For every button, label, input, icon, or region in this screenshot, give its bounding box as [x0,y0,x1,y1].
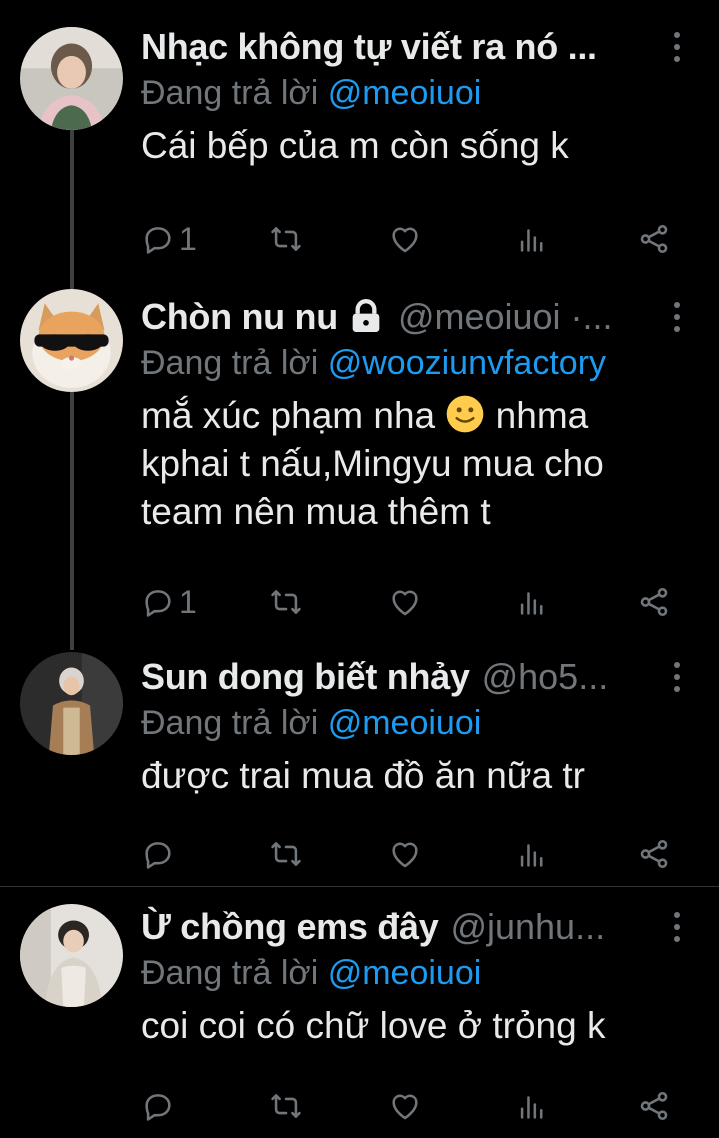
views-button[interactable] [515,582,549,622]
reply-icon [145,227,171,254]
display-name[interactable]: Chòn nu nu [141,296,338,338]
like-button[interactable] [388,1086,422,1126]
heart-icon [392,227,418,253]
retweet-icon [271,842,301,866]
action-bar: 1 [141,582,681,622]
retweet-button[interactable] [269,582,303,622]
reply-button[interactable] [141,1086,175,1126]
display-name[interactable]: Ừ chồng ems đây [141,906,439,948]
replying-to: Đang trả lời @meoiuoi [141,704,481,743]
user-handle[interactable]: @ho5... [482,656,609,698]
views-button[interactable] [515,219,549,259]
retweet-button[interactable] [269,1086,303,1126]
display-name[interactable]: Nhạc không tự viết ra nó ... [141,26,597,68]
mention-link[interactable]: @meoiuoi [328,74,482,112]
views-icon [520,844,543,867]
share-icon [640,1091,668,1121]
replying-to-label: Đang trả lời [141,344,319,382]
action-bar [141,1086,681,1126]
user-handle[interactable]: @junhu... [450,906,605,948]
replying-to-label: Đang trả lời [141,954,319,992]
more-vertical-icon[interactable] [663,662,691,692]
mention-link[interactable]: @meoiuoi [328,954,482,992]
mention-link[interactable]: @wooziunvfactory [328,344,606,382]
tweet-text-line: kphai t nấu,Mingyu mua cho [141,443,604,484]
reply-button[interactable]: 1 [141,582,197,622]
avatar-image [20,904,123,1007]
heart-icon [392,1094,418,1120]
tweet-header: Chòn nu nu @meoiuoi ·... [141,292,613,342]
avatar[interactable] [20,27,123,130]
share-icon [640,587,668,617]
more-vertical-icon[interactable] [663,302,691,332]
divider [0,886,719,887]
reply-button[interactable] [141,834,175,874]
share-button[interactable] [637,582,671,622]
retweet-icon [271,1094,301,1118]
heart-icon [392,590,418,616]
tweet[interactable]: Sun dong biết nhảy @ho5... Đang trả lời … [0,652,719,872]
share-button[interactable] [637,1086,671,1126]
tweet-text: Cái bếp của m còn sống k [141,125,569,166]
retweet-icon [271,227,301,251]
replying-to-label: Đang trả lời [141,704,319,742]
tweet[interactable]: Chòn nu nu @meoiuoi ·... Đang trả lời @w… [0,289,719,632]
avatar-image [20,652,123,755]
reply-button[interactable]: 1 [141,219,197,259]
share-button[interactable] [637,834,671,874]
tweet-header: Sun dong biết nhảy @ho5... [141,652,608,702]
display-name[interactable]: Sun dong biết nhảy [141,656,470,698]
avatar-image [20,27,123,130]
reply-icon [145,1094,171,1121]
tweet-text-line: team nên mua thêm t [141,491,491,532]
tweet[interactable]: Nhạc không tự viết ra nó ... Đang trả lờ… [0,22,719,262]
tweet-text: mắ xúc phạm nha nhma kphai t nấu,Mingyu … [141,392,701,536]
lock-icon [352,299,380,332]
replying-to: Đang trả lời @meoiuoi [141,954,481,993]
reply-icon [145,590,171,617]
avatar[interactable] [20,652,123,755]
views-button[interactable] [515,834,549,874]
avatar-image [20,289,123,392]
tweet-text: coi coi có chữ love ở trỏng k [141,1005,606,1046]
slightly-smiling-face-emoji [447,395,484,433]
replying-to: Đang trả lời @wooziunvfactory [141,344,606,383]
views-icon [520,1096,543,1119]
tweet[interactable]: Ừ chồng ems đây @junhu... Đang trả lời @… [0,902,719,1138]
reply-thread-feed: Nhạc không tự viết ra nó ... Đang trả lờ… [0,0,719,1138]
more-vertical-icon[interactable] [663,32,691,62]
like-button[interactable] [388,582,422,622]
action-bar [141,834,681,874]
views-icon [520,229,543,252]
reply-icon [145,842,171,869]
mention-link[interactable]: @meoiuoi [328,704,482,742]
share-icon [640,224,668,254]
like-button[interactable] [388,219,422,259]
tweet-text-line: nhma [495,395,589,436]
avatar[interactable] [20,904,123,1007]
share-icon [640,839,668,869]
action-bar: 1 [141,219,681,259]
heart-icon [392,842,418,868]
retweet-button[interactable] [269,834,303,874]
avatar[interactable] [20,289,123,392]
more-vertical-icon[interactable] [663,912,691,942]
views-button[interactable] [515,1086,549,1126]
share-button[interactable] [637,219,671,259]
replying-to: Đang trả lời @meoiuoi [141,74,481,113]
views-icon [520,592,543,615]
reply-count: 1 [179,583,197,620]
like-button[interactable] [388,834,422,874]
retweet-button[interactable] [269,219,303,259]
user-handle[interactable]: @meoiuoi ·... [398,296,613,338]
tweet-header: Nhạc không tự viết ra nó ... [141,22,597,72]
replying-to-label: Đang trả lời [141,74,319,112]
retweet-icon [271,590,301,614]
tweet-text-line: mắ xúc phạm nha [141,395,436,436]
reply-count: 1 [179,220,197,257]
tweet-text: được trai mua đồ ăn nữa tr [141,755,585,796]
tweet-header: Ừ chồng ems đây @junhu... [141,902,605,952]
